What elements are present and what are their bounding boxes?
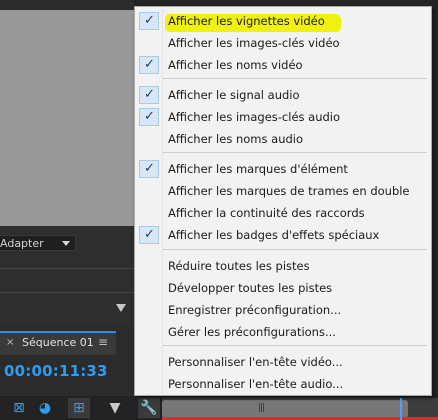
menu-separator — [163, 249, 427, 250]
checkmark-glyph: ✓ — [144, 87, 155, 102]
timecode-display[interactable]: 00:00:11:33 — [4, 362, 108, 380]
scrollbar-grip-icon[interactable]: ||| — [258, 403, 265, 413]
timeline-zoom-scrollbar[interactable] — [162, 400, 408, 418]
menu-item-label: Afficher les noms audio — [168, 132, 304, 146]
panel-menu-icon[interactable]: ≡ — [98, 335, 108, 349]
menu-item[interactable]: Développer toutes les pistes — [135, 277, 431, 299]
playhead-marker-icon[interactable] — [116, 304, 126, 312]
menu-item[interactable]: Afficher les marques de trames en double — [135, 180, 431, 202]
menu-item[interactable]: Personnaliser l'en-tête vidéo... — [135, 351, 431, 373]
menu-item[interactable]: ✓ Afficher les badges d'effets spéciaux — [135, 224, 431, 246]
tab-sequence[interactable]: × Séquence 01 ≡ — [0, 331, 116, 355]
menu-separator — [163, 78, 427, 79]
menu-item-label: Afficher les badges d'effets spéciaux — [168, 228, 380, 242]
menu-separator — [163, 152, 427, 153]
program-monitor-viewport — [0, 0, 134, 226]
timeline-display-settings-menu: ✓ Afficher les vignettes vidéo Afficher le… — [134, 6, 432, 396]
menu-item-label: Afficher les marques d'élément — [168, 162, 348, 176]
menu-item-label: Réduire toutes les pistes — [168, 259, 310, 273]
menu-separator — [163, 345, 427, 346]
checkmark-icon: ✓ — [139, 86, 159, 104]
menu-item[interactable]: Gérer les préconfigurations... — [135, 321, 431, 343]
tab-title: Séquence 01 — [22, 336, 94, 349]
menu-item-label: Afficher les images-clés audio — [168, 110, 341, 124]
menu-item-label: Personnaliser l'en-tête vidéo... — [168, 355, 343, 369]
menu-item[interactable]: Enregistrer préconfiguration... — [135, 299, 431, 321]
menu-item-label: Afficher les noms vidéo — [168, 58, 303, 72]
fit-dropdown-value: Adapter — [0, 237, 44, 250]
menu-item-label: Développer toutes les pistes — [168, 281, 333, 295]
checkmark-glyph: ✓ — [144, 57, 155, 72]
checkmark-glyph: ✓ — [144, 227, 155, 242]
divider — [0, 268, 134, 269]
menu-item[interactable]: ✓ Afficher les noms vidéo — [135, 54, 431, 76]
menu-item[interactable]: Afficher les images-clés vidéo — [135, 32, 431, 54]
menu-item[interactable]: ✓ Afficher les images-clés audio — [135, 106, 431, 128]
checkmark-glyph: ✓ — [144, 161, 155, 176]
menu-item[interactable]: Afficher les noms audio — [135, 128, 431, 150]
timeline-toolbar: ⊠ ◕ ⊞ ▼ 🔧 — [0, 396, 160, 420]
checkmark-icon: ✓ — [139, 160, 159, 178]
menu-item-label: Gérer les préconfigurations... — [168, 325, 336, 339]
wrench-icon[interactable]: 🔧 — [138, 398, 160, 418]
marker-icon[interactable]: ▼ — [104, 398, 126, 418]
menu-item[interactable]: ✓ Afficher les marques d'élément — [135, 158, 431, 180]
menu-item-label: Afficher le signal audio — [168, 88, 300, 102]
add-marker-icon[interactable]: ⊞ — [68, 398, 90, 418]
menu-item[interactable]: Réduire toutes les pistes — [135, 255, 431, 277]
chevron-down-icon — [62, 241, 70, 246]
fit-dropdown[interactable]: Adapter — [0, 235, 76, 251]
playhead-line[interactable] — [400, 398, 402, 420]
menu-item[interactable]: Personnaliser l'en-tête audio... — [135, 373, 431, 395]
monitor-top-strip — [0, 0, 134, 10]
checkmark-glyph: ✓ — [144, 13, 155, 28]
checkmark-icon: ✓ — [139, 108, 159, 126]
link-icon[interactable]: ◕ — [34, 398, 56, 418]
snap-icon[interactable]: ⊠ — [8, 398, 30, 418]
menu-item-label: Afficher la continuité des raccords — [168, 206, 365, 220]
menu-item[interactable]: ✓ Afficher les vignettes vidéo — [135, 10, 431, 32]
checkmark-icon: ✓ — [139, 12, 159, 30]
menu-item-label: Personnaliser l'en-tête audio... — [168, 377, 344, 391]
menu-item-label: Afficher les vignettes vidéo — [168, 14, 325, 28]
menu-item-label: Afficher les images-clés vidéo — [168, 36, 340, 50]
menu-item[interactable]: ✓ Afficher le signal audio — [135, 84, 431, 106]
checkmark-icon: ✓ — [139, 226, 159, 244]
menu-item-label: Afficher les marques de trames en double — [168, 184, 410, 198]
menu-item-label: Enregistrer préconfiguration... — [168, 303, 342, 317]
close-icon[interactable]: × — [6, 337, 14, 348]
checkmark-icon: ✓ — [139, 56, 159, 74]
menu-item[interactable]: Afficher la continuité des raccords — [135, 202, 431, 224]
divider — [0, 292, 134, 293]
checkmark-glyph: ✓ — [144, 109, 155, 124]
